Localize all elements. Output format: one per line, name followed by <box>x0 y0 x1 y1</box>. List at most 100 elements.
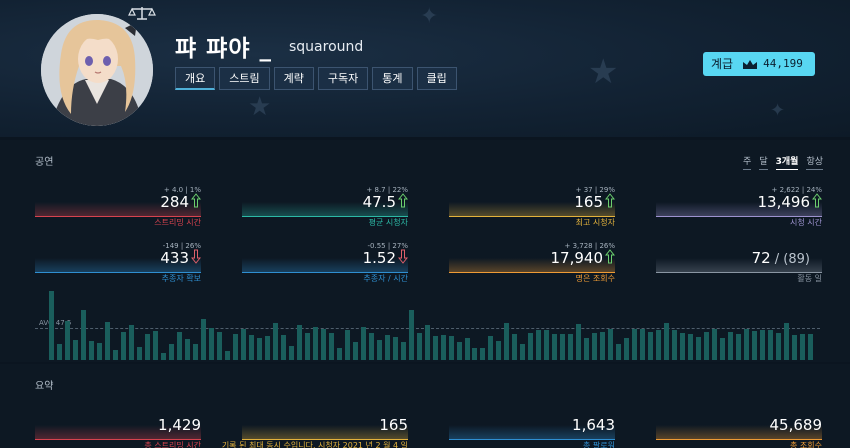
chart-bar[interactable] <box>664 322 670 360</box>
chart-bar[interactable] <box>736 334 742 360</box>
chart-bar[interactable] <box>384 334 390 360</box>
chart-bar[interactable] <box>144 334 150 360</box>
chart-bar[interactable] <box>456 341 462 360</box>
chart-bar[interactable] <box>504 323 510 360</box>
chart-bar[interactable] <box>800 334 805 360</box>
chart-bar[interactable] <box>592 333 598 360</box>
tab-overview[interactable]: 개요 <box>175 67 216 90</box>
period-month[interactable]: 달 <box>759 154 768 170</box>
tab-streams[interactable]: 스트림 <box>219 67 270 90</box>
chart-bar[interactable] <box>112 349 118 360</box>
chart-bar[interactable] <box>616 343 622 360</box>
chart-bar[interactable] <box>648 332 654 360</box>
tab-subscribers[interactable]: 구독자 <box>317 67 369 90</box>
chart-bar[interactable] <box>224 351 230 360</box>
chart-bar[interactable] <box>216 332 222 360</box>
chart-bar[interactable] <box>368 332 374 360</box>
chart-bar[interactable] <box>176 332 182 360</box>
chart-bar[interactable] <box>544 330 550 360</box>
chart-bar[interactable] <box>472 348 478 360</box>
chart-bar[interactable] <box>208 328 214 360</box>
chart-bar[interactable] <box>552 334 558 360</box>
chart-bar[interactable] <box>264 335 270 360</box>
tab-clips[interactable]: 클립 <box>416 67 457 90</box>
chart-bar[interactable] <box>352 341 358 360</box>
chart-bar[interactable] <box>512 334 518 360</box>
chart-bar[interactable] <box>128 325 134 360</box>
chart-bar[interactable] <box>752 331 758 360</box>
chart-bar[interactable] <box>608 328 614 360</box>
chart-bar[interactable] <box>344 330 350 360</box>
chart-bar[interactable] <box>720 337 726 360</box>
chart-bar[interactable] <box>296 325 302 360</box>
chart-bar[interactable] <box>392 336 398 360</box>
chart-bar[interactable] <box>360 326 366 360</box>
chart-bar[interactable] <box>232 334 238 360</box>
chart-bar[interactable] <box>576 323 582 360</box>
chart-bar[interactable] <box>584 338 590 360</box>
chart-bar[interactable] <box>696 336 702 360</box>
chart-bar[interactable] <box>680 332 686 360</box>
tier-badge[interactable]: 계급 44,199 <box>703 52 815 76</box>
chart-bar[interactable] <box>248 334 254 360</box>
chart-bar[interactable] <box>376 339 382 360</box>
chart-bar[interactable] <box>568 334 574 360</box>
avatar[interactable] <box>41 14 153 126</box>
chart-bar[interactable] <box>528 333 534 360</box>
chart-bar[interactable] <box>184 338 190 360</box>
chart-bar[interactable] <box>448 336 454 360</box>
chart-bar[interactable] <box>320 328 326 360</box>
chart-bar[interactable] <box>88 340 94 360</box>
chart-bar[interactable] <box>712 328 718 360</box>
chart-bar[interactable] <box>432 335 438 360</box>
chart-bar[interactable] <box>240 329 246 360</box>
chart-bar[interactable] <box>560 334 566 360</box>
chart-bar[interactable] <box>120 332 126 360</box>
chart-bar[interactable] <box>656 330 662 360</box>
chart-bar[interactable] <box>640 328 646 360</box>
chart-bar[interactable] <box>464 338 470 360</box>
chart-bar[interactable] <box>496 340 502 360</box>
chart-bar[interactable] <box>312 327 318 360</box>
chart-bar[interactable] <box>304 332 310 360</box>
chart-bar[interactable] <box>200 319 206 360</box>
chart-bar[interactable] <box>81 309 86 360</box>
chart-bar[interactable] <box>768 330 774 360</box>
chart-bar[interactable] <box>168 344 174 360</box>
chart-bar[interactable] <box>336 347 342 360</box>
chart-bar[interactable] <box>520 344 526 360</box>
tab-plans[interactable]: 계략 <box>273 67 314 90</box>
chart-bar[interactable] <box>192 343 198 360</box>
chart-bar[interactable] <box>688 334 694 360</box>
chart-bar[interactable] <box>160 352 166 360</box>
chart-bar[interactable] <box>760 330 766 360</box>
chart-bar[interactable] <box>536 330 542 360</box>
chart-bar[interactable] <box>328 333 334 360</box>
chart-bar[interactable] <box>288 346 294 360</box>
chart-bar[interactable] <box>488 336 494 360</box>
chart-bar[interactable] <box>65 321 70 360</box>
chart-bar[interactable] <box>408 309 414 360</box>
chart-bar[interactable] <box>280 334 286 360</box>
chart-bar[interactable] <box>728 332 734 360</box>
period-week[interactable]: 주 <box>743 154 752 170</box>
period-3months[interactable]: 3개월 <box>775 154 799 170</box>
chart-bar[interactable] <box>808 334 813 360</box>
chart-bar[interactable] <box>256 337 262 360</box>
chart-bar[interactable] <box>600 332 606 360</box>
chart-bar[interactable] <box>792 334 797 360</box>
chart-bar[interactable] <box>416 333 422 360</box>
chart-bar[interactable] <box>672 330 678 360</box>
chart-bar[interactable] <box>57 343 62 360</box>
chart-bar[interactable] <box>104 321 110 360</box>
period-all[interactable]: 항상 <box>806 154 823 170</box>
chart-bar[interactable] <box>152 331 158 360</box>
chart-bar[interactable] <box>624 338 630 360</box>
chart-bar[interactable] <box>440 334 446 360</box>
chart-bar[interactable] <box>744 328 750 360</box>
chart-bar[interactable] <box>49 290 54 360</box>
tab-statistics[interactable]: 통계 <box>372 67 413 90</box>
chart-bar[interactable] <box>136 347 142 360</box>
chart-bar[interactable] <box>73 339 78 360</box>
chart-bar[interactable] <box>784 322 789 360</box>
